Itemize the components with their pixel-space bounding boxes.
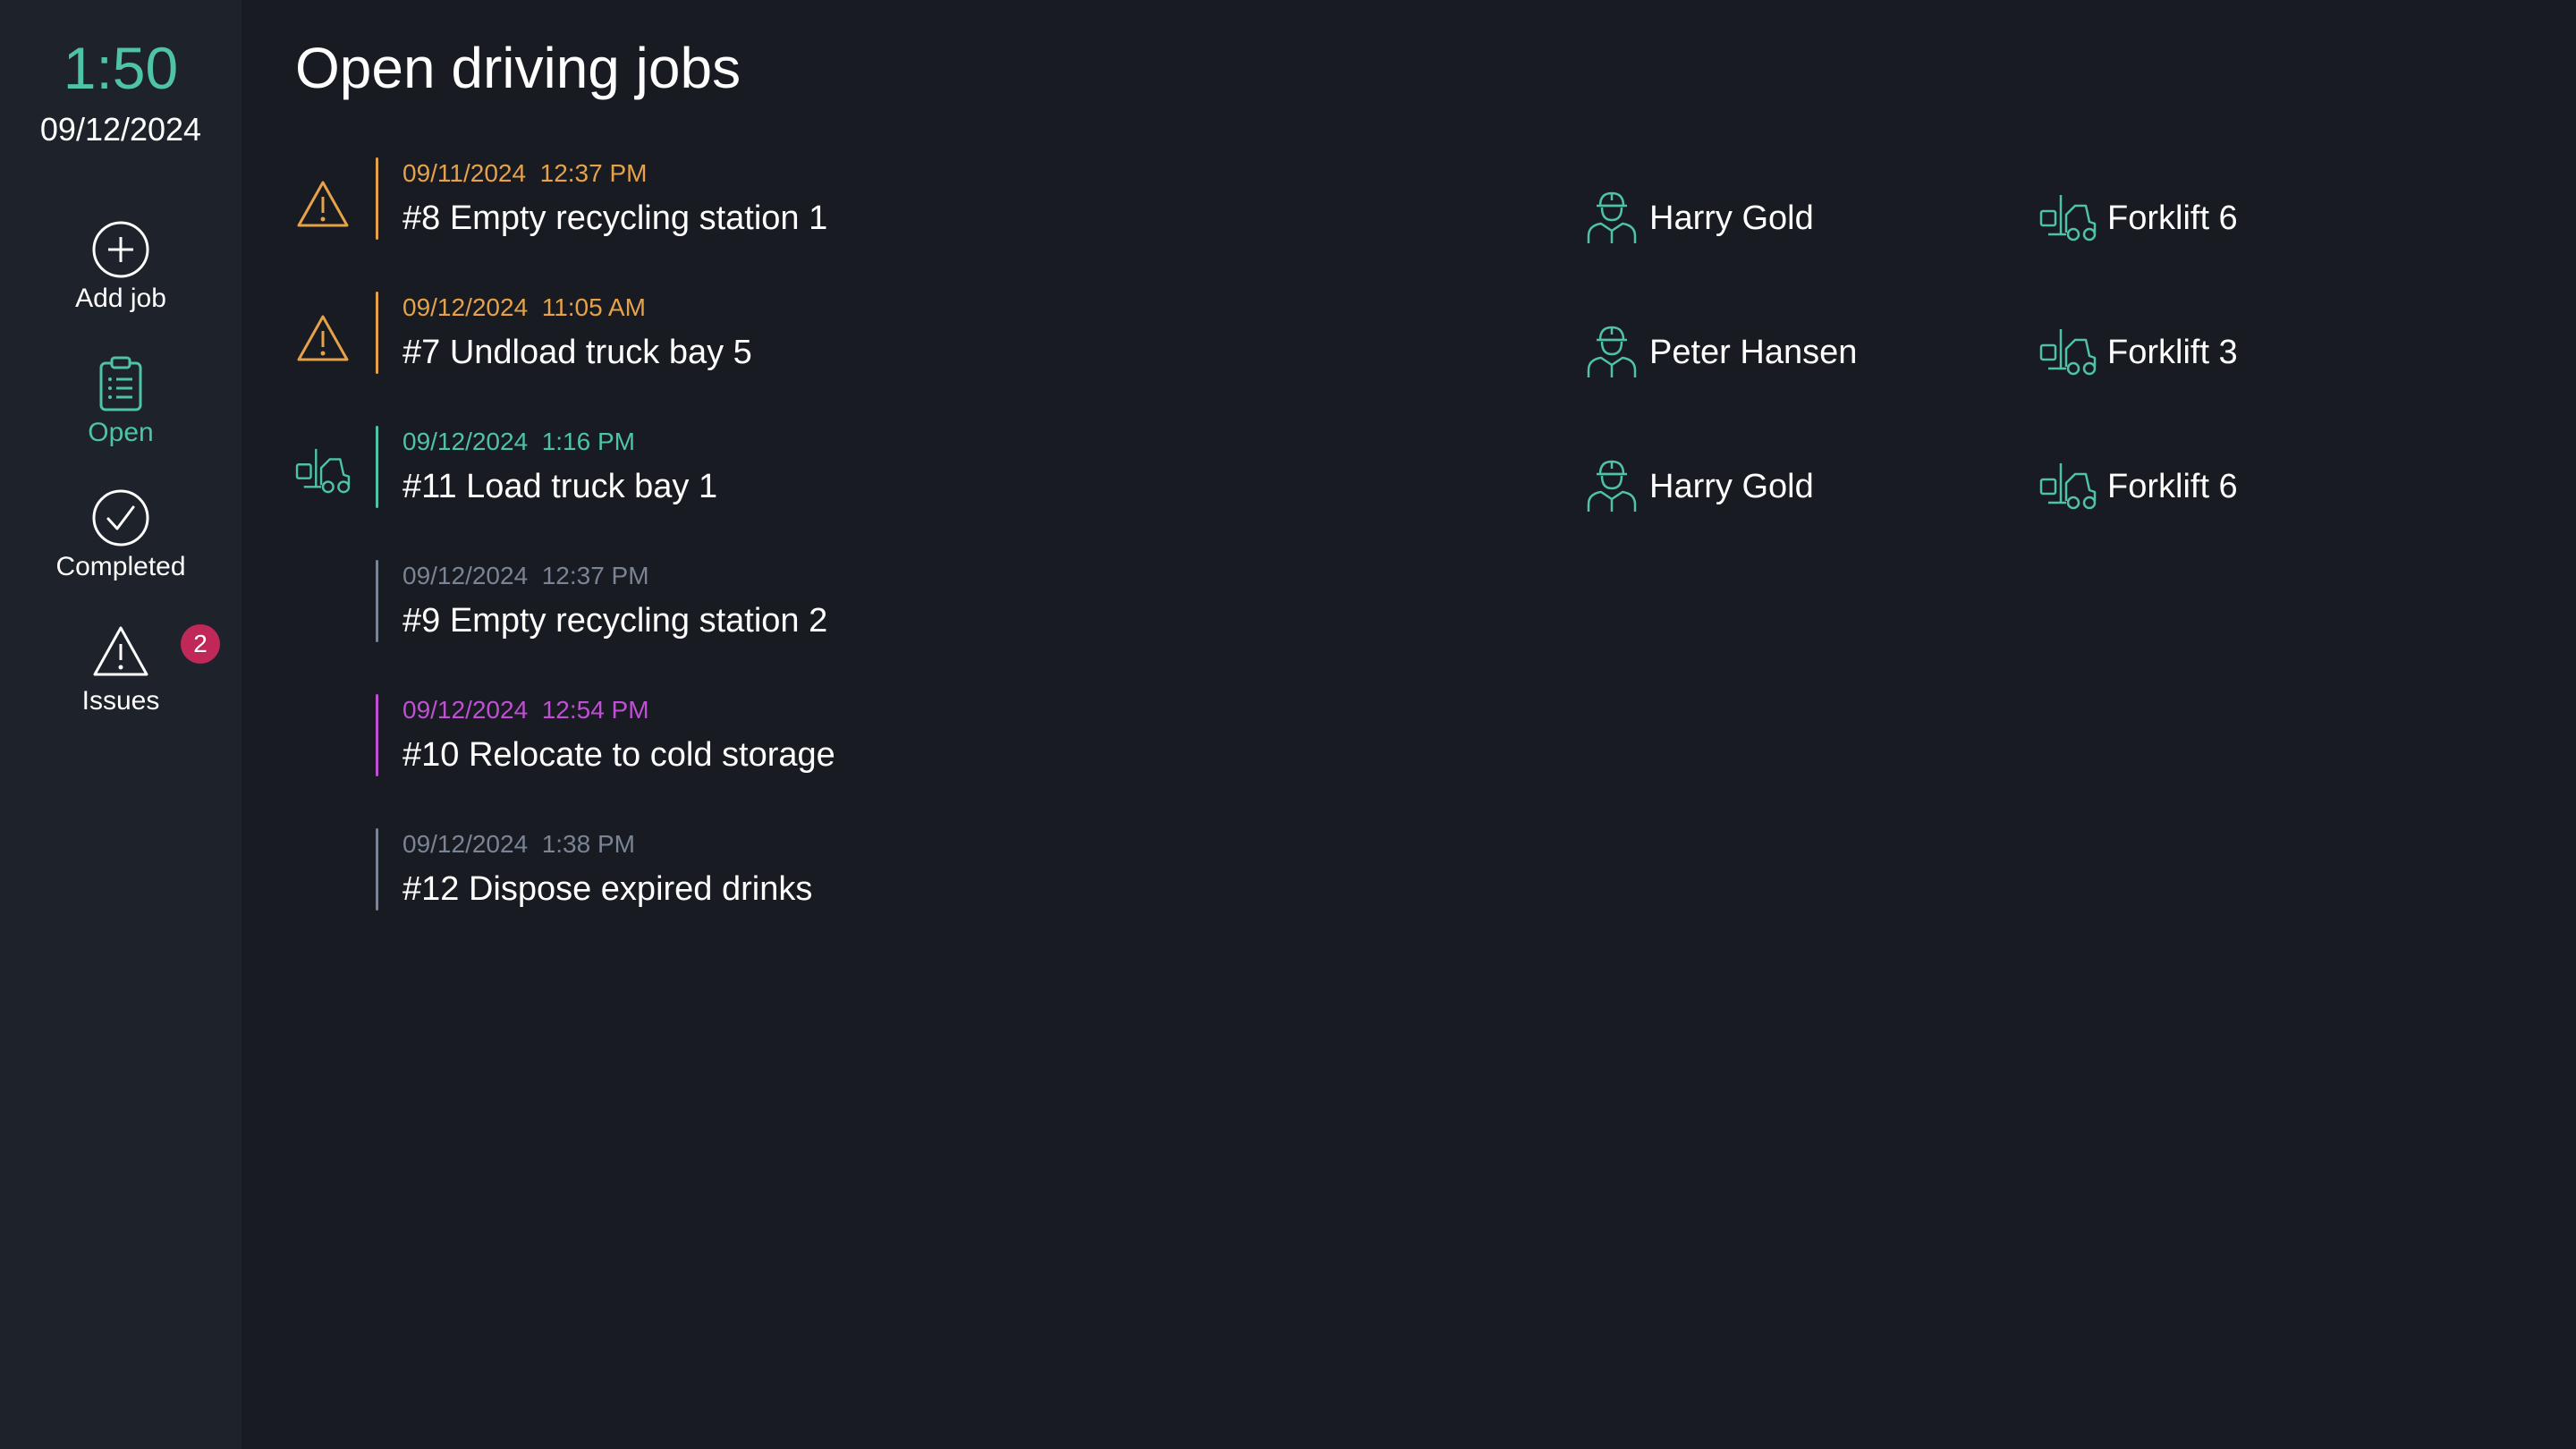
job-timestamp: 09/12/2024 12:37 PM (402, 560, 649, 592)
driver-name: Harry Gold (1649, 199, 1814, 237)
driver-name: Harry Gold (1649, 468, 1814, 505)
page-title: Open driving jobs (295, 36, 741, 100)
nav-issues-label: Issues (81, 686, 160, 716)
clock: 1:50 (63, 35, 179, 101)
job-date: 09/12/2024 (402, 696, 529, 724)
job-title[interactable]: #7 Undload truck bay 5 (402, 331, 752, 374)
status-bar (376, 694, 378, 776)
status-bar (376, 292, 378, 374)
job-timestamp: 09/11/2024 12:37 PM (402, 157, 647, 190)
plus-circle-icon (92, 221, 149, 278)
job-date: 09/12/2024 (402, 562, 529, 589)
vehicle-name: Forklift 6 (2107, 199, 2238, 237)
job-title[interactable]: #8 Empty recycling station 1 (402, 197, 827, 240)
issues-count-badge: 2 (181, 624, 220, 664)
job-timestamp: 09/12/2024 12:54 PM (402, 694, 649, 726)
warning-icon (93, 626, 148, 676)
job-row[interactable]: 09/12/2024 12:54 PM #10 Relocate to cold … (295, 694, 2263, 784)
forklift-icon (2039, 191, 2097, 243)
job-time: 1:16 PM (541, 428, 635, 455)
job-time: 12:54 PM (541, 696, 649, 724)
status-bar (376, 560, 378, 642)
job-row[interactable]: 09/11/2024 12:37 PM #8 Empty recycling st… (295, 157, 2263, 247)
driver-name: Peter Hansen (1649, 334, 1858, 371)
job-date: 09/12/2024 (402, 293, 529, 321)
nav-open-label: Open (88, 418, 154, 447)
nav-add-job[interactable]: Add job (0, 220, 242, 336)
nav-open[interactable]: Open (0, 354, 242, 470)
forklift-icon (2039, 460, 2097, 512)
warning-icon (295, 311, 351, 367)
job-date: 09/12/2024 (402, 830, 529, 858)
job-title[interactable]: #9 Empty recycling station 2 (402, 599, 827, 642)
status-bar (376, 828, 378, 911)
status-bar (376, 426, 378, 508)
job-row[interactable]: 09/12/2024 11:05 AM #7 Undload truck bay … (295, 292, 2263, 381)
vehicle-name: Forklift 3 (2107, 334, 2238, 371)
warning-icon (295, 177, 351, 233)
vehicle-name: Forklift 6 (2107, 468, 2238, 505)
current-date: 09/12/2024 (39, 111, 202, 148)
job-row[interactable]: 09/12/2024 12:37 PM #9 Empty recycling st… (295, 560, 2263, 649)
job-title[interactable]: #11 Load truck bay 1 (402, 465, 717, 508)
job-time: 12:37 PM (541, 562, 649, 589)
job-title[interactable]: #10 Relocate to cold storage (402, 733, 835, 776)
job-timestamp: 09/12/2024 1:38 PM (402, 828, 635, 860)
job-date: 09/11/2024 (402, 159, 527, 187)
job-date: 09/12/2024 (402, 428, 529, 455)
job-row[interactable]: 09/12/2024 1:38 PM #12 Dispose expired dr… (295, 828, 2263, 918)
driver-icon (1585, 456, 1639, 513)
job-row[interactable]: 09/12/2024 1:16 PM #11 Load truck bay 1 Ha… (295, 426, 2263, 515)
driver-icon (1585, 188, 1639, 245)
job-title[interactable]: #12 Dispose expired drinks (402, 868, 812, 911)
app: 1:50 09/12/2024 Add job Open Completed I… (0, 0, 2576, 1449)
job-timestamp: 09/12/2024 1:16 PM (402, 426, 635, 458)
sidebar: 1:50 09/12/2024 Add job Open Completed I… (0, 0, 242, 1449)
status-bar (376, 157, 378, 240)
clipboard-list-icon (99, 356, 142, 411)
job-time: 1:38 PM (541, 830, 635, 858)
nav-completed-label: Completed (55, 552, 186, 581)
nav-completed[interactable]: Completed (0, 488, 242, 605)
job-time: 12:37 PM (539, 159, 648, 187)
driver-icon (1585, 322, 1639, 379)
job-timestamp: 09/12/2024 11:05 AM (402, 292, 646, 324)
check-circle-icon (92, 489, 149, 547)
job-time: 11:05 AM (541, 293, 646, 321)
forklift-icon (2039, 326, 2097, 377)
nav-add-job-label: Add job (75, 284, 166, 313)
forklift-icon (295, 445, 351, 501)
